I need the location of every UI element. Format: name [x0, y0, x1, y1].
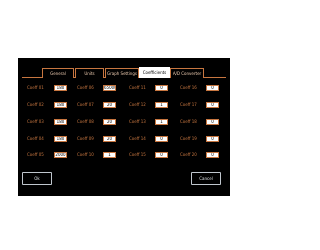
- coeff-16-field[interactable]: 0: [206, 85, 219, 91]
- coeff-17-field[interactable]: 0: [206, 102, 219, 108]
- tab-coefficients[interactable]: Coefficients: [139, 67, 170, 78]
- coeff-18-label: Coeff 18: [180, 119, 197, 124]
- coeff-13-label: Coeff 13: [129, 119, 146, 124]
- coeff-19-field[interactable]: 0: [206, 136, 219, 142]
- coeff-05-label: Coeff 05: [27, 152, 44, 157]
- coeff-08-field[interactable]: 20: [103, 119, 116, 125]
- coeff-07-label: Coeff 07: [77, 102, 94, 107]
- coeff-18-field[interactable]: 0: [206, 119, 219, 125]
- ok-button[interactable]: Ok: [22, 172, 52, 185]
- coeff-05-field[interactable]: 2000: [54, 152, 67, 158]
- coeff-20-label: Coeff 20: [180, 152, 197, 157]
- coeff-14-label: Coeff 14: [129, 136, 146, 141]
- coeff-04-field[interactable]: 180: [54, 136, 67, 142]
- tab-ad-converter[interactable]: A/D Converter: [170, 68, 204, 78]
- coeff-11-field[interactable]: 0: [155, 85, 168, 91]
- tab-units[interactable]: Units: [75, 68, 104, 78]
- coeff-17-label: Coeff 17: [180, 102, 197, 107]
- coeff-13-field[interactable]: 1: [155, 119, 168, 125]
- coeff-04-label: Coeff 04: [27, 136, 44, 141]
- coeff-03-label: Coeff 03: [27, 119, 44, 124]
- coeff-19-label: Coeff 19: [180, 136, 197, 141]
- coeff-15-label: Coeff 15: [129, 152, 146, 157]
- coeff-16-label: Coeff 16: [180, 85, 197, 90]
- coeff-03-field[interactable]: 180: [54, 119, 67, 125]
- coeff-01-label: Coeff 01: [27, 85, 44, 90]
- coeff-20-field[interactable]: 0: [206, 152, 219, 158]
- coeff-02-field[interactable]: 180: [54, 102, 67, 108]
- coeff-10-field[interactable]: 1: [103, 152, 116, 158]
- coeff-10-label: Coeff 10: [77, 152, 94, 157]
- coeff-02-label: Coeff 02: [27, 102, 44, 107]
- coeff-12-field[interactable]: 1: [155, 102, 168, 108]
- coeff-15-field[interactable]: 0: [155, 152, 168, 158]
- tab-graph-settings[interactable]: Graph Settings: [105, 68, 139, 78]
- coeff-14-field[interactable]: 0: [155, 136, 168, 142]
- coeff-06-field[interactable]: 65000: [103, 85, 116, 91]
- coeff-11-label: Coeff 11: [129, 85, 146, 90]
- tab-general[interactable]: General: [42, 68, 74, 78]
- coeff-01-field[interactable]: 180: [54, 85, 67, 91]
- cancel-button[interactable]: Cancel: [191, 172, 221, 185]
- coeff-12-label: Coeff 12: [129, 102, 146, 107]
- coeff-07-field[interactable]: 20: [103, 102, 116, 108]
- coeff-06-label: Coeff 06: [77, 85, 94, 90]
- coeff-09-label: Coeff 09: [77, 136, 94, 141]
- coeff-08-label: Coeff 08: [77, 119, 94, 124]
- coeff-09-field[interactable]: 20: [103, 136, 116, 142]
